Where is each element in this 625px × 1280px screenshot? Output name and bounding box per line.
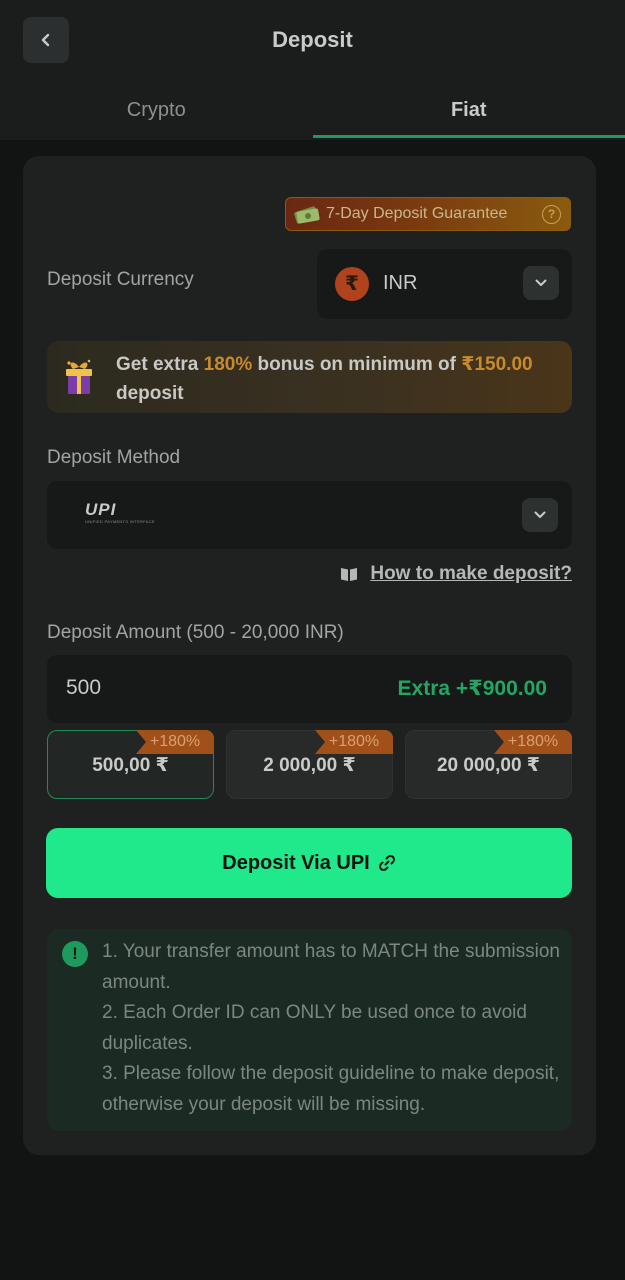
quick-amount-20000[interactable]: +180% 20 000,00 ₹ — [405, 730, 572, 799]
help-icon[interactable]: ? — [542, 205, 561, 224]
page-title: Deposit — [272, 27, 353, 52]
currency-select[interactable]: ₹ INR — [317, 249, 572, 319]
how-to-deposit-link[interactable]: How to make deposit? — [340, 563, 572, 585]
link-icon — [378, 854, 395, 872]
tab-bar: Crypto Fiat — [0, 84, 625, 140]
deposit-guarantee-badge[interactable]: 7-Day Deposit Guarantee ? — [285, 197, 571, 231]
bonus-text: Get extra 180% bonus on minimum of ₹150.… — [116, 354, 533, 404]
deposit-method-label: Deposit Method — [47, 447, 181, 468]
bonus-minimum: ₹150.00 — [461, 354, 533, 375]
bonus-badge: +180% — [494, 730, 572, 754]
tab-fiat[interactable]: Fiat — [312, 84, 625, 140]
notice-text: 1. Your transfer amount has to MATCH the… — [102, 937, 562, 1120]
chevron-down-icon — [535, 279, 547, 286]
guarantee-label: 7-Day Deposit Guarantee — [326, 205, 508, 222]
book-icon — [341, 567, 358, 581]
extra-bonus-amount: Extra +₹900.00 — [397, 677, 547, 700]
bonus-badge: +180% — [136, 730, 214, 754]
notice-line: 1. Your transfer amount has to MATCH the… — [102, 941, 560, 993]
amount-field-container: Extra +₹900.00 — [47, 655, 572, 723]
currency-code: INR — [383, 272, 418, 294]
top-bar: Deposit — [0, 0, 625, 84]
deposit-via-upi-button[interactable]: Deposit Via UPI — [46, 828, 572, 898]
gift-icon — [61, 357, 97, 397]
quick-amount-500[interactable]: +180% 500,00 ₹ — [47, 730, 214, 799]
notice-line: 3. Please follow the deposit guideline t… — [102, 1063, 560, 1115]
deposit-method-select[interactable]: UPI UNIFIED PAYMENTS INTERFACE — [47, 481, 572, 549]
rupee-icon: ₹ — [335, 267, 369, 301]
deposit-card: 7-Day Deposit Guarantee ? Deposit Curren… — [23, 156, 596, 1155]
amount-input[interactable] — [66, 676, 266, 700]
method-dropdown-toggle[interactable] — [522, 498, 558, 532]
upi-logo: UPI UNIFIED PAYMENTS INTERFACE — [85, 500, 155, 525]
bonus-badge: +180% — [315, 730, 393, 754]
exclamation-icon: ! — [62, 941, 88, 967]
tab-crypto[interactable]: Crypto — [0, 84, 313, 140]
money-stack-icon — [292, 203, 322, 225]
notice-line: 2. Each Order ID can ONLY be used once t… — [102, 1002, 527, 1054]
chevron-down-icon — [534, 511, 546, 518]
currency-dropdown-toggle[interactable] — [523, 266, 559, 300]
quick-amount-2000[interactable]: +180% 2 000,00 ₹ — [226, 730, 393, 799]
deposit-currency-label: Deposit Currency — [47, 269, 194, 290]
deposit-notice: ! 1. Your transfer amount has to MATCH t… — [47, 929, 572, 1131]
bonus-banner: Get extra 180% bonus on minimum of ₹150.… — [47, 341, 572, 413]
bonus-percent: 180% — [203, 354, 253, 375]
deposit-amount-label: Deposit Amount (500 - 20,000 INR) — [47, 622, 344, 643]
